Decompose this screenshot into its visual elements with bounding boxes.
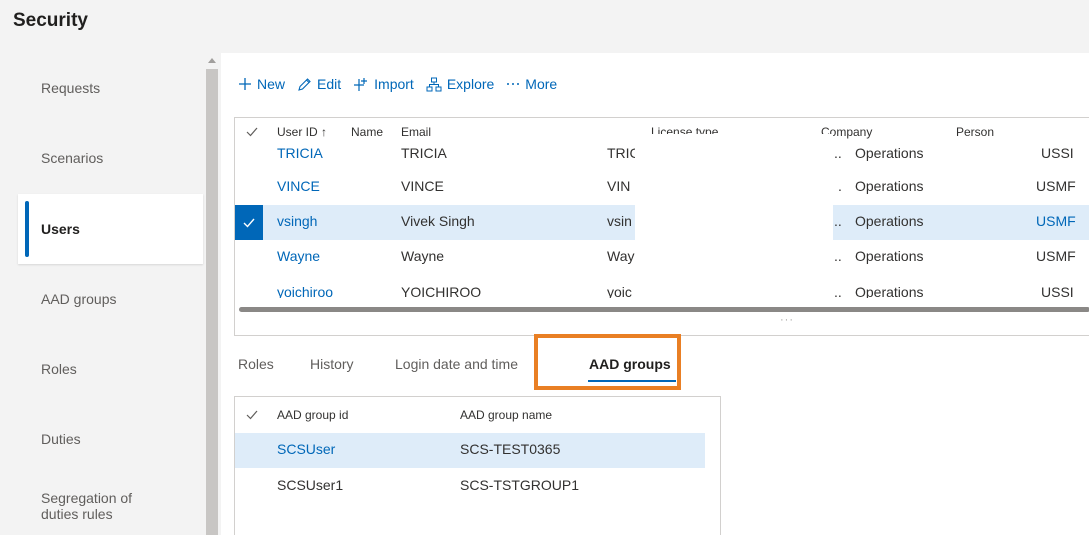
checkmark-icon <box>243 218 255 228</box>
redacted-region <box>635 170 833 205</box>
sidebar-item-roles[interactable]: Roles <box>18 334 203 404</box>
sidebar: Requests Scenarios Users AAD groups Role… <box>18 53 203 535</box>
sidebar-item-aad-groups[interactable]: AAD groups <box>18 264 203 334</box>
table-row[interactable]: vsingh Vivek Singh vsin .. Operations US… <box>235 205 1089 240</box>
column-header-aad-group-id[interactable]: AAD group id <box>277 408 348 422</box>
hierarchy-icon <box>426 77 442 92</box>
sidebar-item-label: Segregation of duties rules <box>41 490 133 522</box>
horizontal-scrollbar[interactable] <box>239 307 1089 312</box>
table-row[interactable]: SCSUser1 SCS-TSTGROUP1 <box>235 469 705 504</box>
highlight-annotation <box>534 334 681 390</box>
table-row[interactable]: yoichiroo YOICHIROO yoic .. Operations U… <box>235 276 1089 298</box>
tab-history[interactable]: History <box>310 356 354 372</box>
sidebar-item-label: AAD groups <box>41 291 117 307</box>
redacted-region <box>635 205 833 240</box>
table-row[interactable]: VINCE VINCE VIN . Operations USMF <box>235 170 1089 205</box>
users-grid: User ID ↑ Name Email License type Compan… <box>234 117 1089 336</box>
sidebar-item-segregation-of-duties-rules[interactable]: Segregation of duties rules <box>18 471 203 535</box>
sidebar-item-requests[interactable]: Requests <box>18 53 203 123</box>
table-row[interactable]: SCSUser SCS-TEST0365 <box>235 433 705 468</box>
tab-roles[interactable]: Roles <box>238 356 274 372</box>
import-icon <box>353 77 369 92</box>
plus-icon <box>238 77 252 91</box>
scrollbar-thumb[interactable] <box>206 69 218 535</box>
table-row[interactable]: Wayne Wayne Way .. Operations USMF <box>235 240 1089 275</box>
row-checkbox[interactable] <box>235 205 263 240</box>
action-toolbar: New Edit Import Explore More <box>238 73 569 95</box>
sidebar-item-label: Requests <box>41 80 101 96</box>
sidebar-item-label: Roles <box>41 361 77 377</box>
aad-groups-grid: AAD group id AAD group name SCSUser SCS-… <box>234 396 721 535</box>
more-rows-indicator: ··· <box>780 314 794 326</box>
sidebar-scrollbar[interactable] <box>205 53 219 535</box>
sidebar-item-scenarios[interactable]: Scenarios <box>18 123 203 193</box>
pencil-icon <box>297 77 312 92</box>
select-all-checkbox[interactable] <box>240 403 264 427</box>
selection-indicator <box>25 201 29 257</box>
sidebar-item-users[interactable]: Users <box>18 194 203 264</box>
import-button[interactable]: Import <box>353 76 414 92</box>
redacted-region <box>635 134 833 169</box>
redacted-region <box>635 240 833 275</box>
grid-header: AAD group id AAD group name <box>235 397 722 433</box>
explore-button[interactable]: Explore <box>426 76 494 92</box>
scroll-up-arrow-icon[interactable] <box>208 58 216 63</box>
sidebar-item-duties[interactable]: Duties <box>18 404 203 474</box>
edit-button[interactable]: Edit <box>297 76 341 92</box>
new-button[interactable]: New <box>238 76 285 92</box>
main-panel: New Edit Import Explore More User ID ↑ N… <box>221 53 1089 535</box>
table-row[interactable]: TRICIA TRICIA TRIC .. Operations USSI <box>235 134 1089 169</box>
sidebar-item-label: Users <box>41 221 80 237</box>
column-header-aad-group-name[interactable]: AAD group name <box>460 408 552 422</box>
ellipsis-icon <box>506 77 520 91</box>
tab-login-date-and-time[interactable]: Login date and time <box>395 356 518 372</box>
page-title: Security <box>13 10 88 31</box>
checkmark-icon <box>246 410 258 420</box>
more-button[interactable]: More <box>506 76 557 92</box>
sidebar-item-label: Scenarios <box>41 150 104 166</box>
sidebar-item-label: Duties <box>41 431 81 447</box>
